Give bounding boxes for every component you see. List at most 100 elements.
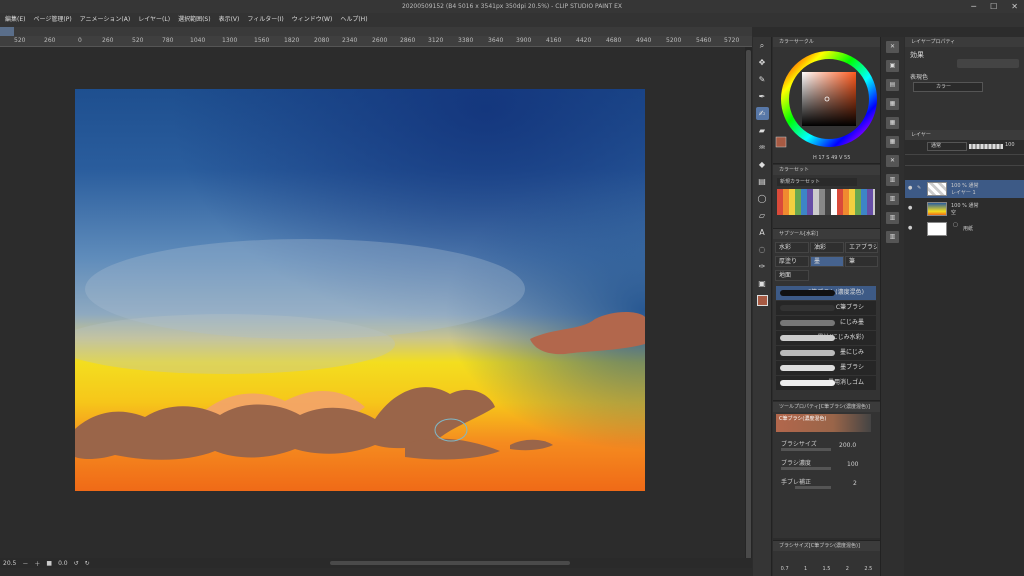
minimize-button[interactable]: ─ [971, 0, 976, 13]
close-panel-icon[interactable]: ✕ [886, 41, 899, 53]
size-preset[interactable]: 2 [846, 566, 849, 572]
eye-icon[interactable]: ● [908, 205, 912, 211]
color-circle-panel: カラーサークル H 17 S 49 V 55 [773, 37, 880, 164]
text-tool-icon[interactable]: A [756, 226, 769, 239]
density-value[interactable]: 100 [847, 461, 858, 468]
layer-row[interactable]: ● 100 % 通常 空 [905, 200, 1024, 218]
stabilization-value[interactable]: 2 [853, 480, 857, 487]
ruler-tick: 260 [44, 37, 56, 44]
size-preset[interactable]: 1 [804, 566, 807, 572]
canvas-artwork[interactable] [75, 89, 645, 491]
blend-tool-icon[interactable]: ♒ [756, 141, 769, 154]
ruler-tool-icon[interactable]: ▱ [756, 209, 769, 222]
ruler-tick: 2600 [372, 37, 388, 44]
tab-thick-paint[interactable]: 厚塗り [775, 256, 809, 267]
canvas-tab[interactable] [0, 27, 14, 36]
layer-search-icon[interactable]: ▥ [886, 231, 899, 243]
brush-item[interactable]: 墨用消しゴム [776, 376, 876, 390]
menu-filter[interactable]: フィルター(I) [247, 13, 283, 27]
info-icon[interactable]: ▥ [886, 193, 899, 205]
eye-icon[interactable]: ● [908, 225, 912, 231]
menu-edit[interactable]: 編集(E) [5, 13, 25, 27]
brush-item[interactable]: C筆ブラシ [776, 301, 876, 315]
color-wheel[interactable] [773, 47, 880, 152]
opacity-slider[interactable] [969, 144, 1003, 149]
rotate-right-icon[interactable]: ↻ [85, 560, 90, 567]
maximize-button[interactable]: ☐ [990, 0, 997, 13]
main-color-swatch[interactable] [756, 294, 769, 307]
tab-watercolor[interactable]: 水彩 [775, 242, 809, 253]
brush-size-value[interactable]: 200.0 [839, 442, 856, 449]
color-set-select[interactable]: 新規カラーセット [777, 178, 857, 186]
menu-window[interactable]: ウィンドウ(W) [292, 13, 333, 27]
navigator-icon[interactable]: ▣ [886, 60, 899, 72]
figure-tool-icon[interactable]: ◯ [756, 192, 769, 205]
effect-buttons[interactable] [957, 59, 1019, 68]
ruler-tick: 520 [14, 37, 26, 44]
vertical-scroll-thumb[interactable] [746, 50, 751, 560]
tab-oil[interactable]: 油彩 [810, 242, 844, 253]
correct-line-tool-icon[interactable]: ✑ [756, 260, 769, 273]
pen-tool-icon[interactable]: ✒ [756, 90, 769, 103]
brush-item[interactable]: 墨にじみ [776, 346, 876, 360]
brush-size-slider[interactable] [781, 448, 831, 451]
menu-bar: 編集(E) ページ管理(P) アニメーション(A) レイヤー(L) 選択範囲(S… [0, 13, 1024, 27]
gradient-tool-icon[interactable]: ▤ [756, 175, 769, 188]
eraser-tool-icon[interactable]: ▰ [756, 124, 769, 137]
menu-selection[interactable]: 選択範囲(S) [178, 13, 211, 27]
zoom-out-icon[interactable]: － [22, 559, 28, 568]
brush-tool-icon[interactable]: ✍ [755, 107, 769, 120]
fit-icon[interactable]: ■ [46, 560, 52, 567]
sub-view-icon[interactable]: ▤ [886, 79, 899, 91]
brush-item[interactable]: にじみ墨 [776, 316, 876, 330]
eye-icon[interactable]: ● [908, 185, 912, 191]
menu-help[interactable]: ヘルプ(H) [340, 13, 367, 27]
menu-layer[interactable]: レイヤー(L) [138, 13, 170, 27]
layer-row[interactable]: ● ▢ 用紙 [905, 220, 1024, 238]
tab-ink[interactable]: 墨 [810, 256, 844, 267]
material-icon[interactable]: ▦ [886, 98, 899, 110]
stabilization-slider[interactable] [795, 486, 831, 489]
frame-tool-icon[interactable]: ▣ [756, 277, 769, 290]
close-button[interactable]: ✕ [1011, 0, 1018, 13]
menu-animation[interactable]: アニメーション(A) [80, 13, 131, 27]
rotate-left-icon[interactable]: ↺ [74, 560, 79, 567]
menu-page[interactable]: ページ管理(P) [33, 13, 71, 27]
brush-item[interactable]: 墨ブラシ [776, 361, 876, 375]
tab-brush[interactable]: 筆 [845, 256, 878, 267]
effect-label: 効果 [910, 51, 924, 59]
history-icon[interactable]: ▥ [886, 174, 899, 186]
size-preset[interactable]: 0.7 [781, 566, 789, 572]
close-panel-icon[interactable]: ✕ [886, 155, 899, 167]
search-icon[interactable]: ▥ [886, 212, 899, 224]
tab-airbrush[interactable]: エアブラシ [845, 242, 878, 253]
brush-item[interactable]: 墨汁(にじみ水彩) [776, 331, 876, 345]
material-icon[interactable]: ▦ [886, 136, 899, 148]
size-preset[interactable]: 2.5 [864, 566, 872, 572]
layer-row[interactable]: ● ✎ 100 % 通常 レイヤー 1 [905, 180, 1024, 198]
fill-tool-icon[interactable]: ◆ [756, 158, 769, 171]
panel-icon-strip: ✕ ▣ ▤ ▦ ▦ ▦ ✕ ▥ ▥ ▥ ▥ [880, 37, 904, 576]
layer-panel: レイヤー 通常 100 ● ✎ 100 % 通常 レイヤー 1 ● 100 % … [905, 130, 1024, 576]
zoom-tool-icon[interactable]: ⌕ [756, 39, 769, 52]
density-slider[interactable] [781, 467, 831, 470]
zoom-value[interactable]: 20.5 [3, 560, 16, 567]
tab-ground[interactable]: 地面 [775, 270, 809, 281]
ruler-tick: 0 [78, 37, 82, 44]
balloon-tool-icon[interactable]: ◌ [756, 243, 769, 256]
zoom-in-icon[interactable]: ＋ [34, 559, 40, 568]
brush-item[interactable]: C筆ブラシ(濃度混色) [776, 286, 876, 300]
brush-preview: C筆ブラシ(濃度混色) [776, 414, 871, 432]
size-preset[interactable]: 1.5 [823, 566, 831, 572]
blend-mode-select[interactable]: 通常 [927, 142, 967, 151]
opacity-value[interactable]: 100 [1005, 142, 1015, 148]
menu-view[interactable]: 表示(V) [219, 13, 240, 27]
material-icon[interactable]: ▦ [886, 117, 899, 129]
display-color-select[interactable]: カラー [913, 82, 983, 92]
horizontal-scroll-thumb[interactable] [330, 561, 570, 565]
angle-value[interactable]: 0.0 [58, 560, 68, 567]
ruler-tick: 4420 [576, 37, 592, 44]
color-swatch-grid[interactable] [777, 189, 875, 215]
eyedropper-tool-icon[interactable]: ✎ [756, 73, 769, 86]
move-tool-icon[interactable]: ✥ [756, 56, 769, 69]
